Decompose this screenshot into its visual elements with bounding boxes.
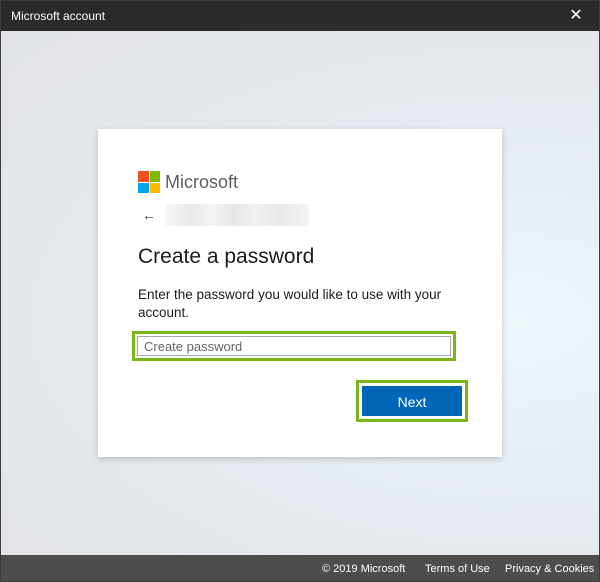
create-password-input[interactable] (137, 336, 451, 356)
logo-square-red (138, 171, 149, 182)
page-title: Create a password (138, 245, 315, 268)
privacy-cookies-link[interactable]: Privacy & Cookies (505, 563, 594, 575)
logo-text: Microsoft (165, 172, 239, 192)
window-title: Microsoft account (11, 9, 106, 23)
copyright-text: © 2019 Microsoft (322, 563, 406, 575)
description-text: Enter the password you would like to use… (138, 287, 442, 320)
close-icon[interactable]: ✕ (553, 1, 599, 31)
footer-bar: © 2019 Microsoft Terms of Use Privacy & … (1, 555, 599, 581)
logo-square-green (149, 171, 160, 182)
title-bar: Microsoft account ✕ (1, 1, 599, 31)
next-button[interactable]: Next (362, 386, 462, 416)
terms-of-use-link[interactable]: Terms of Use (425, 563, 490, 575)
next-button-highlight: Next (356, 380, 468, 422)
microsoft-logo-icon (138, 171, 160, 193)
signin-card: Microsoft ← Create a password Enter the … (98, 129, 502, 457)
logo-square-yellow (149, 182, 160, 193)
logo-square-blue (138, 182, 149, 193)
microsoft-account-window: Microsoft account ✕ Microsoft ← Create a… (0, 0, 600, 582)
password-field-highlight (132, 331, 456, 361)
content-area: Microsoft ← Create a password Enter the … (1, 31, 599, 555)
blurred-account-identifier (165, 204, 309, 226)
back-arrow-icon[interactable]: ← (142, 204, 158, 226)
